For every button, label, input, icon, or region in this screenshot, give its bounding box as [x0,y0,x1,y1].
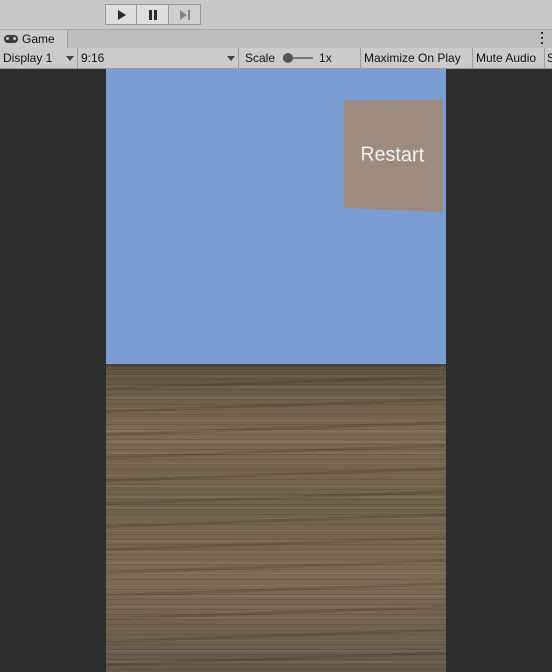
restart-label: Restart [360,143,425,167]
restart-button[interactable]: Restart [343,99,443,213]
game-screen: Restart [106,69,446,672]
aspect-dropdown[interactable]: 9:16 [78,47,239,69]
game-view-toolbar: Display 1 9:16 Scale 1x Maximize On Play… [0,47,552,69]
scale-control: Scale 1x [239,47,361,69]
step-icon [179,9,190,20]
more-menu-icon[interactable] [540,31,544,45]
maximize-on-play-toggle[interactable]: Maximize On Play [361,47,473,69]
chevron-down-icon [66,55,74,61]
floor-edge [106,364,446,367]
play-toolbar [0,0,552,30]
display-dropdown[interactable]: Display 1 [0,47,78,69]
game-viewport: Restart [0,69,552,672]
wood-grain-texture [106,364,446,672]
display-dropdown-value: Display 1 [3,51,53,65]
play-button[interactable] [105,4,137,25]
scale-label: Scale [245,51,276,65]
chevron-down-icon [227,55,235,61]
tab-game-label: Game [22,32,55,46]
step-button[interactable] [169,4,201,25]
aspect-dropdown-value: 9:16 [81,51,105,65]
play-controls [105,4,201,25]
maximize-on-play-label: Maximize On Play [364,51,461,65]
tab-game[interactable]: Game [0,30,68,48]
scale-slider[interactable] [283,53,314,63]
mute-audio-label: Mute Audio [476,51,537,65]
gamepad-icon [4,35,18,43]
pause-button[interactable] [137,4,169,25]
mute-audio-toggle[interactable]: Mute Audio [473,47,545,69]
play-icon [118,9,126,20]
tab-strip: Game [0,30,552,48]
stats-toggle-label: S [547,51,552,65]
stats-toggle[interactable]: S [545,48,552,69]
scale-slider-handle[interactable] [283,53,294,63]
scale-value: 1x [319,51,332,65]
wood-floor [106,364,446,672]
pause-icon [148,9,157,20]
